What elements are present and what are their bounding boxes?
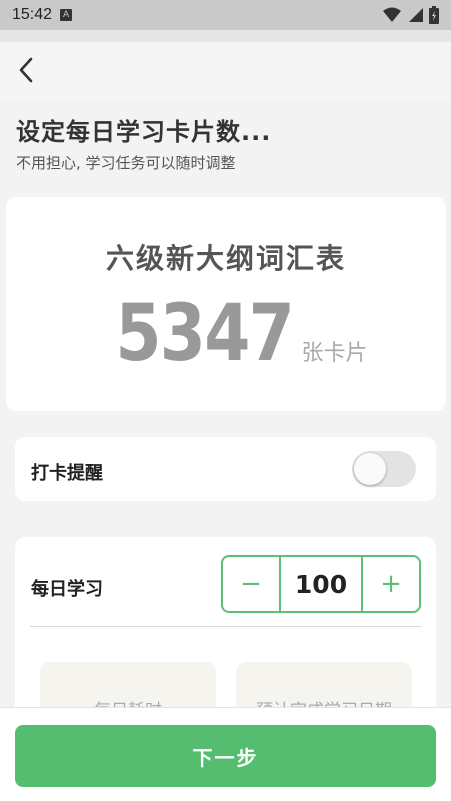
status-bar: 15:42 A (0, 0, 451, 30)
status-time: 15:42 (12, 6, 53, 23)
wordlist-count-row: 5347 张卡片 (6, 295, 446, 373)
wifi-icon (383, 7, 401, 22)
daily-study-label: 每日学习 (31, 579, 103, 600)
increment-button[interactable]: + (363, 557, 419, 611)
next-button[interactable]: 下一步 (15, 725, 436, 787)
bottom-panel: 下一步 (0, 707, 451, 801)
wordlist-name: 六级新大纲词汇表 (105, 242, 346, 275)
wordlist-count: 5347 (115, 289, 295, 379)
wordlist-unit: 张卡片 (301, 341, 368, 366)
app-bar-strip (0, 30, 451, 42)
back-button[interactable] (10, 50, 42, 90)
page-subtitle: 不用担心, 学习任务可以随时调整 (16, 154, 236, 172)
wordlist-card[interactable]: 六级新大纲词汇表 5347 张卡片 (6, 197, 446, 411)
screen: 15:42 A 设定每日学习卡片数... 不用担心, 学习任务可以随时调整 六级… (0, 0, 451, 801)
decrement-button[interactable]: − (223, 557, 279, 611)
reminder-toggle[interactable] (352, 451, 416, 487)
page-title: 设定每日学习卡片数... (16, 118, 272, 146)
toggle-knob (354, 453, 386, 485)
battery-icon (429, 6, 439, 24)
stepper-value-box (279, 557, 363, 611)
status-icons (383, 6, 439, 24)
signal-icon (409, 8, 423, 22)
daily-count-input[interactable] (281, 569, 361, 599)
divider (30, 626, 421, 627)
reminder-card: 打卡提醒 (15, 437, 436, 501)
chevron-left-icon (19, 57, 33, 83)
reminder-label: 打卡提醒 (31, 463, 103, 484)
a-icon: A (60, 9, 73, 21)
daily-study-stepper: − + (221, 555, 421, 613)
nav-bar (0, 42, 451, 100)
